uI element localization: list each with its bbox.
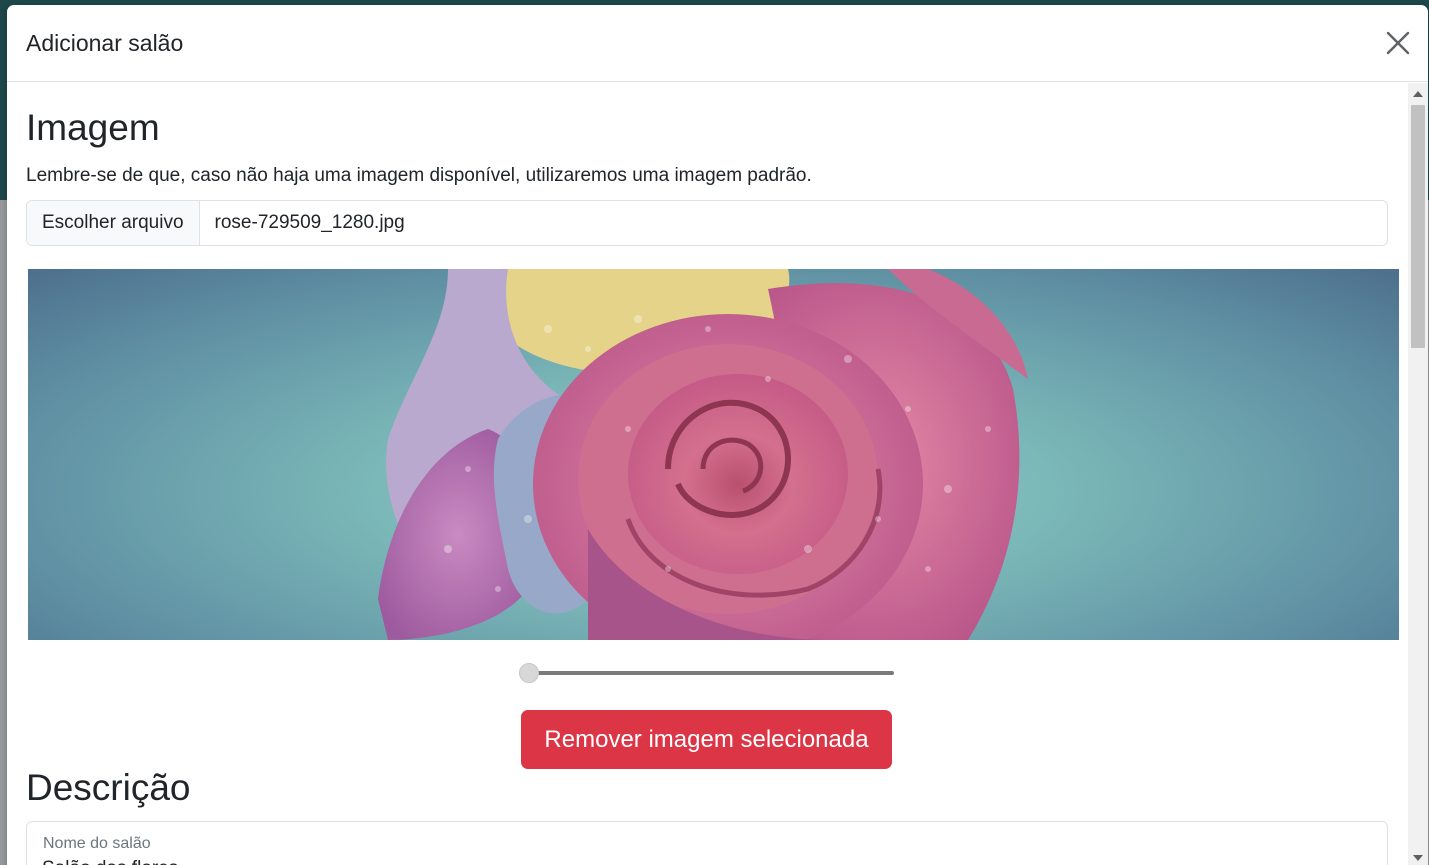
choose-file-button[interactable]: Escolher arquivo bbox=[27, 201, 200, 245]
zoom-slider[interactable] bbox=[519, 661, 894, 685]
modal-body[interactable]: Imagem Lembre-se de que, caso não haja u… bbox=[7, 83, 1408, 865]
scroll-thumb[interactable] bbox=[1411, 105, 1425, 348]
file-input[interactable]: Escolher arquivo rose-729509_1280.jpg bbox=[26, 200, 1388, 246]
modal-scrollbar[interactable] bbox=[1408, 83, 1428, 865]
description-section-heading: Descrição bbox=[26, 767, 191, 808]
remove-image-button[interactable]: Remover imagem selecionada bbox=[521, 710, 892, 769]
salon-name-field[interactable]: Nome do salão bbox=[26, 821, 1388, 865]
image-preview[interactable] bbox=[28, 269, 1399, 640]
salon-name-label: Nome do salão bbox=[43, 835, 151, 852]
image-section-heading: Imagem bbox=[26, 107, 160, 148]
selected-file-name: rose-729509_1280.jpg bbox=[214, 212, 405, 233]
add-salon-modal: Adicionar salão Imagem Lembre-se de que,… bbox=[7, 5, 1428, 865]
scroll-down-icon[interactable] bbox=[1413, 855, 1423, 861]
slider-track bbox=[527, 671, 894, 675]
rose-image bbox=[378, 269, 1028, 640]
salon-name-input[interactable] bbox=[42, 858, 1342, 865]
image-help-text: Lembre-se de que, caso não haja uma imag… bbox=[26, 165, 812, 186]
slider-thumb[interactable] bbox=[519, 663, 539, 683]
close-button[interactable] bbox=[1384, 29, 1412, 57]
modal-title: Adicionar salão bbox=[26, 29, 184, 56]
modal-header: Adicionar salão bbox=[7, 5, 1428, 82]
scroll-up-icon[interactable] bbox=[1413, 91, 1423, 97]
close-icon bbox=[1386, 31, 1410, 55]
